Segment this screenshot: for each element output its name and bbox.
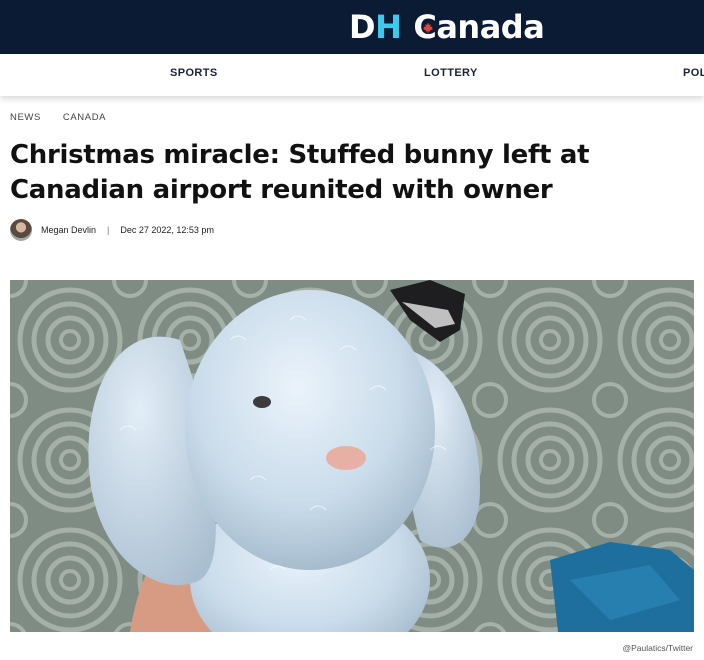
site-logo[interactable]: D H Canada — [349, 6, 545, 48]
article-title: Christmas miracle: Stuffed bunny left at… — [10, 140, 590, 205]
article-hero-image — [10, 280, 694, 632]
logo-letter-d: D — [349, 8, 376, 46]
logo-letter-h: H — [375, 8, 402, 46]
author-name[interactable]: Megan Devlin — [41, 225, 96, 235]
photo-credit: @Paulatics/Twitter — [622, 643, 693, 653]
author-avatar[interactable] — [10, 219, 32, 241]
breadcrumb-canada[interactable]: CANADA — [63, 112, 106, 123]
breadcrumb-news[interactable]: NEWS — [10, 112, 41, 123]
breadcrumb: NEWS CANADA — [10, 112, 106, 123]
maple-leaf-icon — [423, 22, 434, 34]
logo-wordmark: Canada — [413, 8, 544, 46]
top-header-bar: D H Canada — [0, 0, 704, 54]
main-navigation: SPORTS LOTTERY POL — [0, 54, 704, 96]
byline-separator: | — [107, 225, 110, 235]
nav-item-politics[interactable]: POL — [683, 67, 704, 79]
nav-item-lottery[interactable]: LOTTERY — [424, 67, 478, 79]
publish-date: Dec 27 2022, 12:53 pm — [120, 225, 214, 235]
article-byline: Megan Devlin | Dec 27 2022, 12:53 pm — [10, 218, 214, 242]
nav-item-sports[interactable]: SPORTS — [170, 67, 218, 79]
